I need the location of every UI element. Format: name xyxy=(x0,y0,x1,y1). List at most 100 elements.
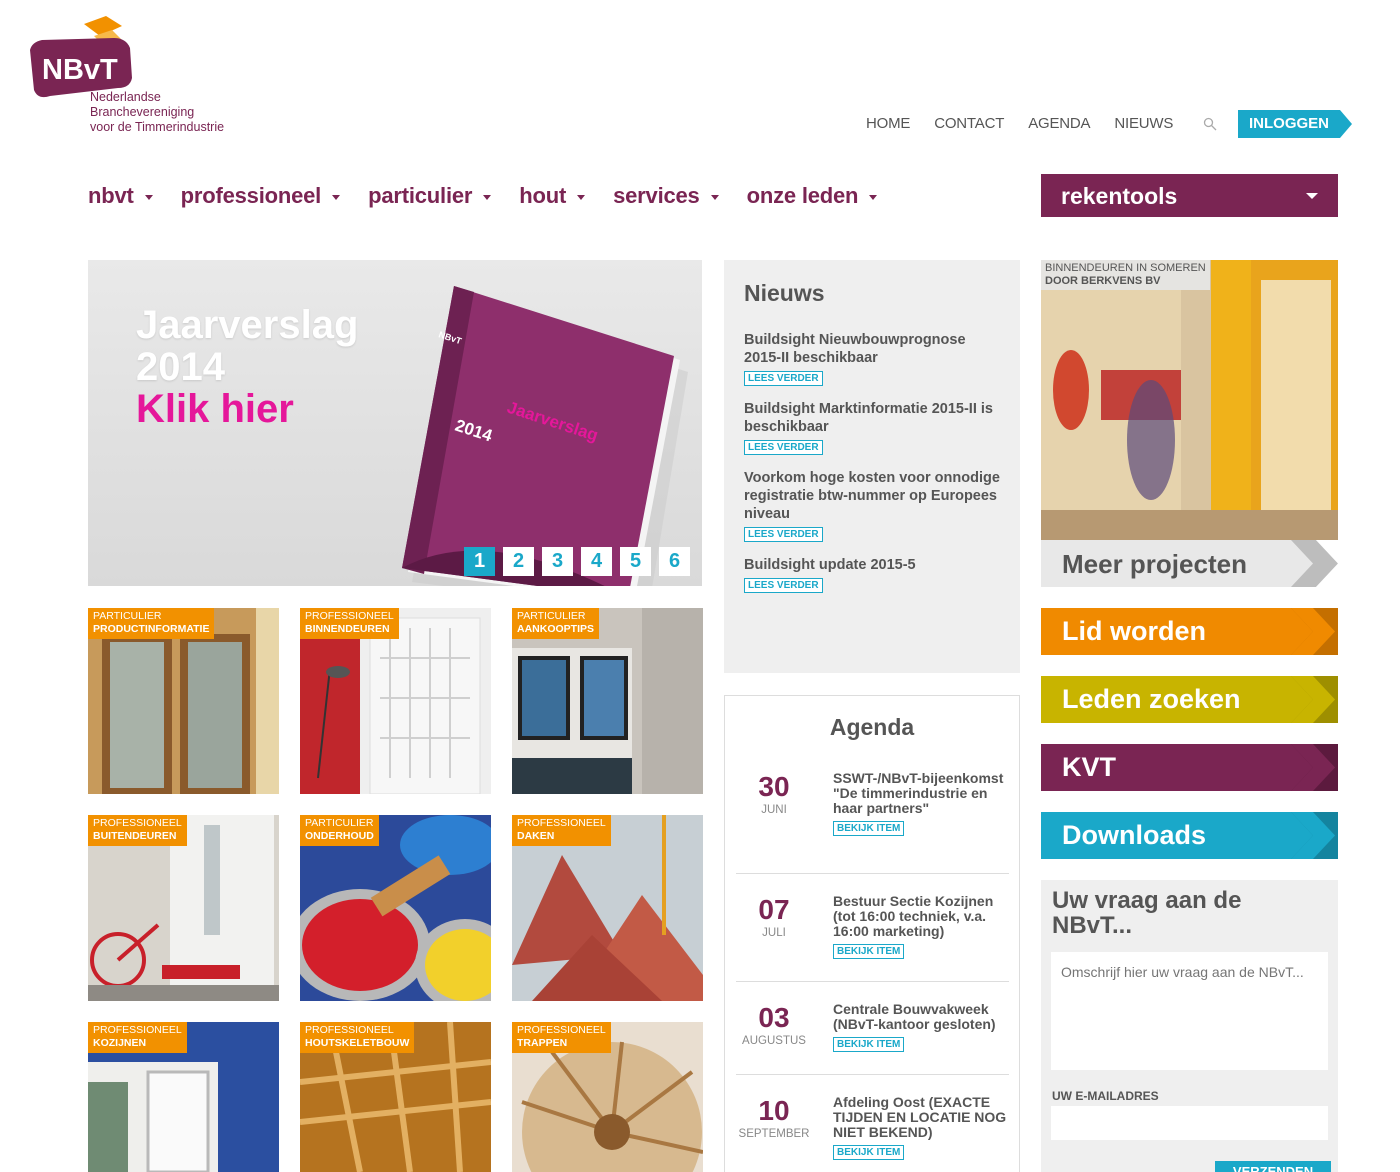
agenda-heading: Agenda xyxy=(829,714,915,740)
mainnav-label: nbvt xyxy=(88,183,134,208)
news-title[interactable]: Buildsight Nieuwbouwprognose 2015-II bes… xyxy=(744,331,1000,367)
slider-cta[interactable]: Klik hier xyxy=(136,388,294,430)
news-title[interactable]: Buildsight update 2015-5 xyxy=(744,556,1000,574)
search-icon[interactable] xyxy=(1203,117,1217,131)
tile-aankooptips[interactable]: PARTICULIER AANKOOPTIPS xyxy=(512,608,703,794)
agenda-item: 30 JUNI SSWT-/NBvT-bijeenkomst "De timme… xyxy=(736,768,1009,874)
read-more-link[interactable]: LEES VERDER xyxy=(744,527,823,542)
view-item-link[interactable]: BEKIJK ITEM xyxy=(833,821,905,836)
agenda-month: JULI xyxy=(762,927,786,939)
tile-buitendeuren[interactable]: PROFESSIONEEL BUITENDEUREN xyxy=(88,815,279,1001)
mainnav-label: particulier xyxy=(368,183,473,208)
agenda-month: SEPTEMBER xyxy=(738,1128,810,1140)
tile-category: PARTICULIER xyxy=(305,817,374,829)
mainnav-professioneel[interactable]: professioneel xyxy=(180,183,341,209)
cta-kvt[interactable]: KVT xyxy=(1041,744,1338,791)
topnav-home[interactable]: HOME xyxy=(866,115,910,132)
tile-title: PRODUCTINFORMATIE xyxy=(93,623,210,635)
question-heading: Uw vraag aan de NBvT... xyxy=(1052,887,1242,939)
mainnav-services[interactable]: services xyxy=(613,183,719,209)
annual-report-book-image: NBvT Jaarverslag 2014 xyxy=(402,286,688,586)
news-title[interactable]: Buildsight Marktinformatie 2015-II is be… xyxy=(744,400,1000,436)
cta-label: Lid worden xyxy=(1062,616,1206,646)
slider-page-4[interactable]: 4 xyxy=(581,547,612,576)
logo-line-3: voor de Timmerindustrie xyxy=(90,120,225,134)
tile-kozijnen[interactable]: PROFESSIONEEL KOZIJNEN xyxy=(88,1022,279,1172)
tile-title: BINNENDEUREN xyxy=(305,623,390,635)
agenda-title[interactable]: Bestuur Sectie Kozijnen (tot 16:00 techn… xyxy=(833,894,1011,939)
topnav-agenda[interactable]: AGENDA xyxy=(1028,115,1090,132)
tile-binnendeuren[interactable]: PROFESSIONEEL BINNENDEUREN xyxy=(300,608,491,794)
tile-category: PROFESSIONEEL xyxy=(93,817,182,829)
logo-line-1: Nederlandse xyxy=(90,90,161,104)
tile-category: PROFESSIONEEL xyxy=(305,1024,394,1036)
mainnav-nbvt[interactable]: nbvt xyxy=(88,183,153,209)
news-item: Buildsight Nieuwbouwprognose 2015-II bes… xyxy=(744,331,1000,386)
mainnav-hout[interactable]: hout xyxy=(519,183,586,209)
tile-label: PROFESSIONEEL DAKEN xyxy=(512,815,611,846)
slider-page-1[interactable]: 1 xyxy=(464,547,495,576)
logo-abbr: NBvT xyxy=(42,54,118,86)
topnav-contact[interactable]: CONTACT xyxy=(934,115,1004,132)
tile-category: PROFESSIONEEL xyxy=(93,1024,182,1036)
slider-page-2[interactable]: 2 xyxy=(503,547,534,576)
news-title[interactable]: Voorkom hoge kosten voor onnodige regist… xyxy=(744,469,1000,523)
view-item-link[interactable]: BEKIJK ITEM xyxy=(833,944,905,959)
agenda-text-block: Afdeling Oost (EXACTE TIJDEN EN LOCATIE … xyxy=(833,1095,1011,1160)
tile-category: PROFESSIONEEL xyxy=(517,817,606,829)
login-button[interactable]: INLOGGEN xyxy=(1238,110,1352,138)
mainnav-label: services xyxy=(613,183,700,208)
email-field[interactable] xyxy=(1051,1106,1328,1140)
hero-slider[interactable]: NBvT Jaarverslag 2014 Jaarverslag 2014 K… xyxy=(88,260,702,586)
slider-pagination: 1 2 3 4 5 6 xyxy=(456,547,690,576)
mainnav-label: professioneel xyxy=(180,183,322,208)
agenda-title[interactable]: Afdeling Oost (EXACTE TIJDEN EN LOCATIE … xyxy=(833,1095,1011,1140)
mainnav-particulier[interactable]: particulier xyxy=(368,183,492,209)
question-textarea[interactable] xyxy=(1051,952,1328,1070)
tile-houtskeletbouw[interactable]: PROFESSIONEEL HOUTSKELETBOUW xyxy=(300,1022,491,1172)
news-item: Buildsight Marktinformatie 2015-II is be… xyxy=(744,400,1000,455)
more-projects-button[interactable]: Meer projecten xyxy=(1041,540,1338,587)
featured-project[interactable]: BINNENDEUREN IN SOMEREN DOOR BERKVENS BV… xyxy=(1041,260,1338,587)
rekentools-label: rekentools xyxy=(1061,183,1178,209)
tile-trappen[interactable]: PROFESSIONEEL TRAPPEN xyxy=(512,1022,703,1172)
tile-onderhoud[interactable]: PARTICULIER ONDERHOUD xyxy=(300,815,491,1001)
news-item: Voorkom hoge kosten voor onnodige regist… xyxy=(744,469,1000,542)
read-more-link[interactable]: LEES VERDER xyxy=(744,578,823,593)
agenda-item: 03 AUGUSTUS Centrale Bouwvakweek (NBvT-k… xyxy=(736,982,1009,1075)
read-more-link[interactable]: LEES VERDER xyxy=(744,440,823,455)
agenda-item: 10 SEPTEMBER Afdeling Oost (EXACTE TIJDE… xyxy=(736,1075,1009,1172)
question-form: Uw vraag aan de NBvT... UW E-MAILADRES V… xyxy=(1041,880,1338,1172)
rekentools-dropdown[interactable]: rekentools xyxy=(1041,174,1338,217)
email-label: UW E-MAILADRES xyxy=(1052,1089,1159,1103)
caret-down-icon xyxy=(483,194,492,200)
caret-down-icon xyxy=(869,194,878,200)
mainnav-onze-leden[interactable]: onze leden xyxy=(747,183,878,209)
tile-productinformatie[interactable]: PARTICULIER PRODUCTINFORMATIE xyxy=(88,608,279,794)
project-caption: BINNENDEUREN IN SOMEREN DOOR BERKVENS BV xyxy=(1041,260,1210,290)
agenda-title[interactable]: SSWT-/NBvT-bijeenkomst "De timmerindustr… xyxy=(833,771,1011,816)
topnav-nieuws[interactable]: NIEUWS xyxy=(1114,115,1173,132)
tile-daken[interactable]: PROFESSIONEEL DAKEN xyxy=(512,815,703,1001)
caret-down-icon xyxy=(1306,193,1318,199)
logo-line-2: Branchevereniging xyxy=(90,105,195,119)
slider-page-5[interactable]: 5 xyxy=(620,547,651,576)
agenda-title[interactable]: Centrale Bouwvakweek (NBvT-kantoor geslo… xyxy=(833,1002,1011,1032)
login-arrow-icon xyxy=(1340,110,1352,138)
tile-title: DAKEN xyxy=(517,830,555,842)
tile-label: PROFESSIONEEL KOZIJNEN xyxy=(88,1022,187,1053)
read-more-link[interactable]: LEES VERDER xyxy=(744,371,823,386)
view-item-link[interactable]: BEKIJK ITEM xyxy=(833,1145,905,1160)
agenda-month: JUNI xyxy=(761,804,787,816)
view-item-link[interactable]: BEKIJK ITEM xyxy=(833,1037,905,1052)
slider-page-6[interactable]: 6 xyxy=(659,547,690,576)
nbvt-logo[interactable]: NBvT Nederlandse Branchevereniging voor … xyxy=(22,16,242,138)
send-button[interactable]: VERZENDEN xyxy=(1215,1161,1331,1172)
cta-leden-zoeken[interactable]: Leden zoeken xyxy=(1041,676,1338,723)
cta-downloads[interactable]: Downloads xyxy=(1041,812,1338,859)
agenda-text-block: SSWT-/NBvT-bijeenkomst "De timmerindustr… xyxy=(833,771,1011,836)
slider-year: 2014 xyxy=(136,345,225,389)
slider-page-3[interactable]: 3 xyxy=(542,547,573,576)
cta-lid-worden[interactable]: Lid worden xyxy=(1041,608,1338,655)
news-panel: Nieuws Buildsight Nieuwbouwprognose 2015… xyxy=(724,260,1020,673)
